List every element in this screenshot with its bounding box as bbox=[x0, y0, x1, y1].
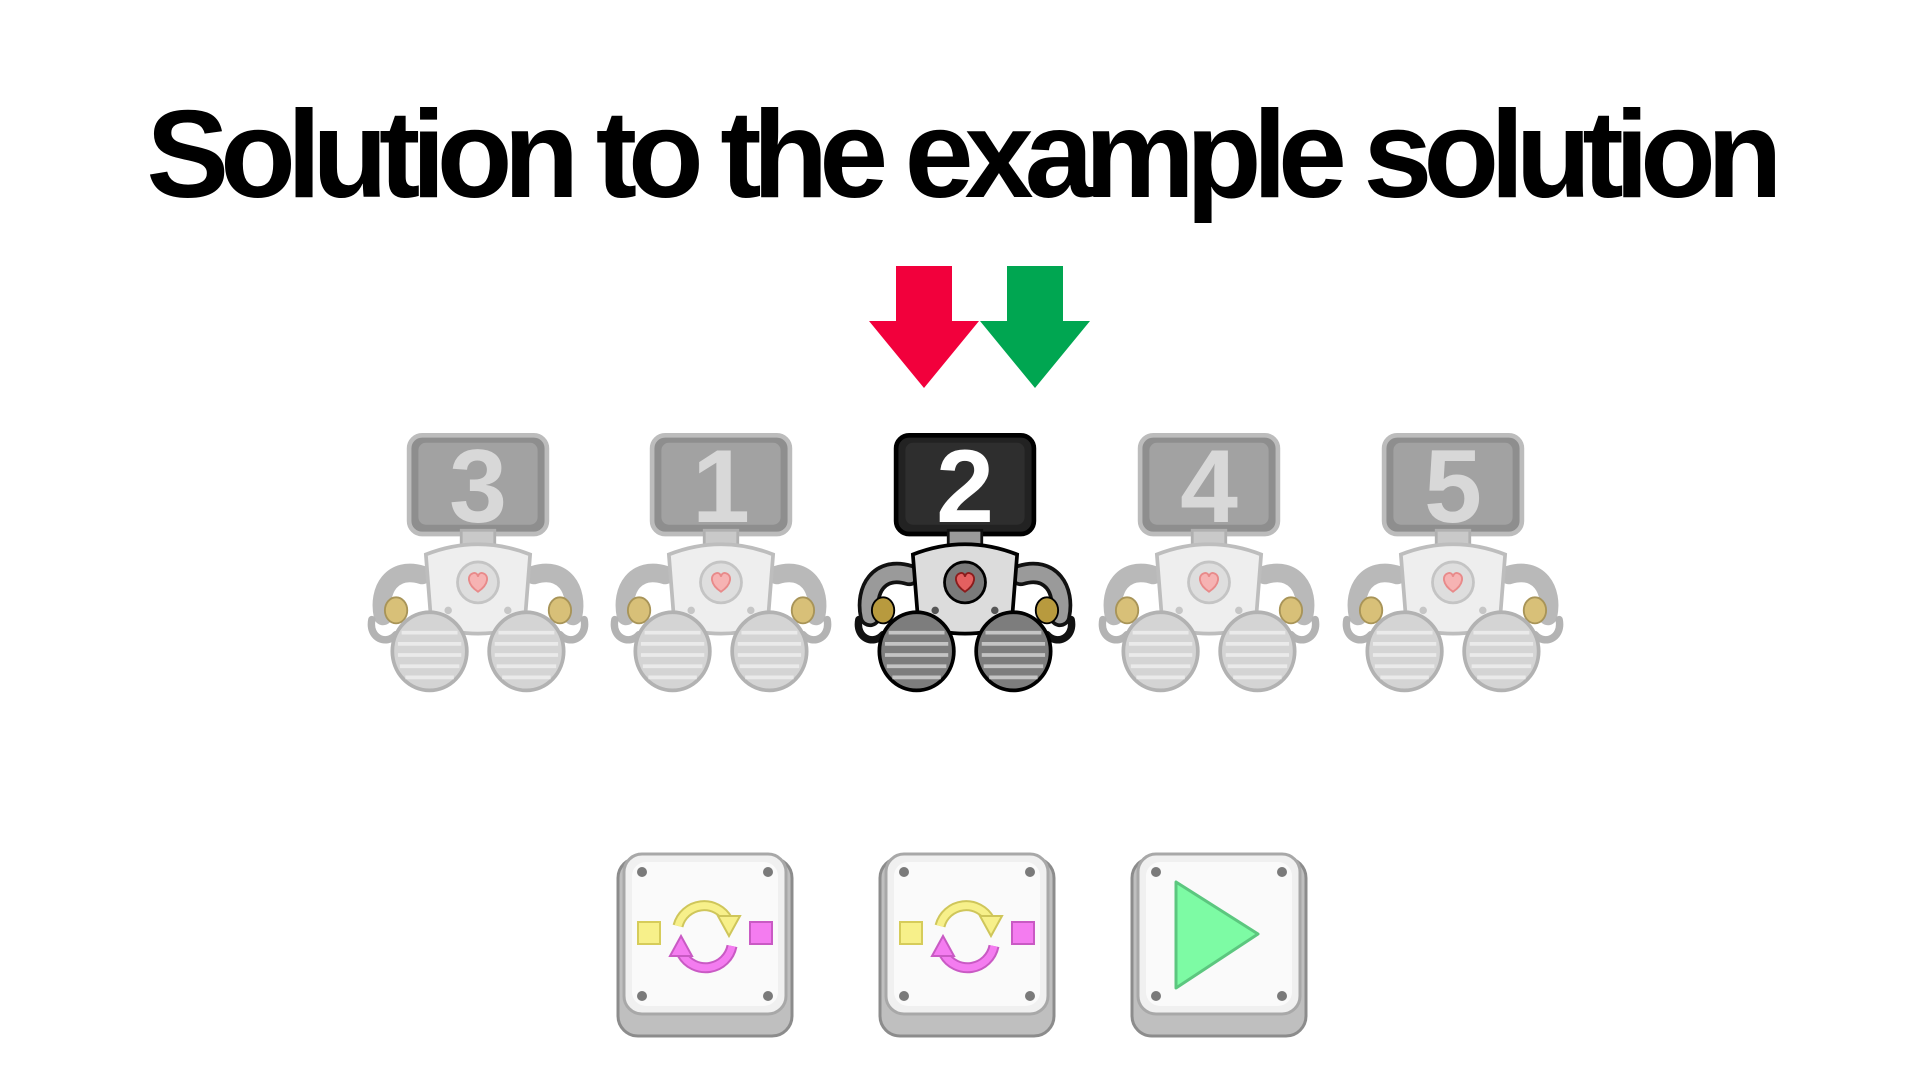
robot-3-active[interactable]: 2 bbox=[843, 426, 1087, 696]
play-button[interactable] bbox=[1128, 850, 1310, 1040]
slide-title: Solution to the example solution bbox=[146, 86, 1782, 224]
robot-number: 4 bbox=[1180, 429, 1238, 545]
slide: Solution to the example solution 3 1 2 4… bbox=[0, 0, 1920, 1080]
robot-number: 1 bbox=[692, 429, 750, 545]
red-pointer-arrow-icon bbox=[869, 266, 979, 388]
robot-2[interactable]: 1 bbox=[599, 426, 843, 696]
robot-number: 3 bbox=[449, 429, 507, 545]
robot-4[interactable]: 4 bbox=[1087, 426, 1331, 696]
swap-button-2[interactable] bbox=[876, 850, 1058, 1040]
robot-1[interactable]: 3 bbox=[356, 426, 600, 696]
swap-button-1[interactable] bbox=[614, 850, 796, 1040]
robot-5[interactable]: 5 bbox=[1331, 426, 1575, 696]
robot-number: 2 bbox=[936, 429, 994, 545]
robot-number: 5 bbox=[1424, 429, 1482, 545]
green-pointer-arrow-icon bbox=[980, 266, 1090, 388]
